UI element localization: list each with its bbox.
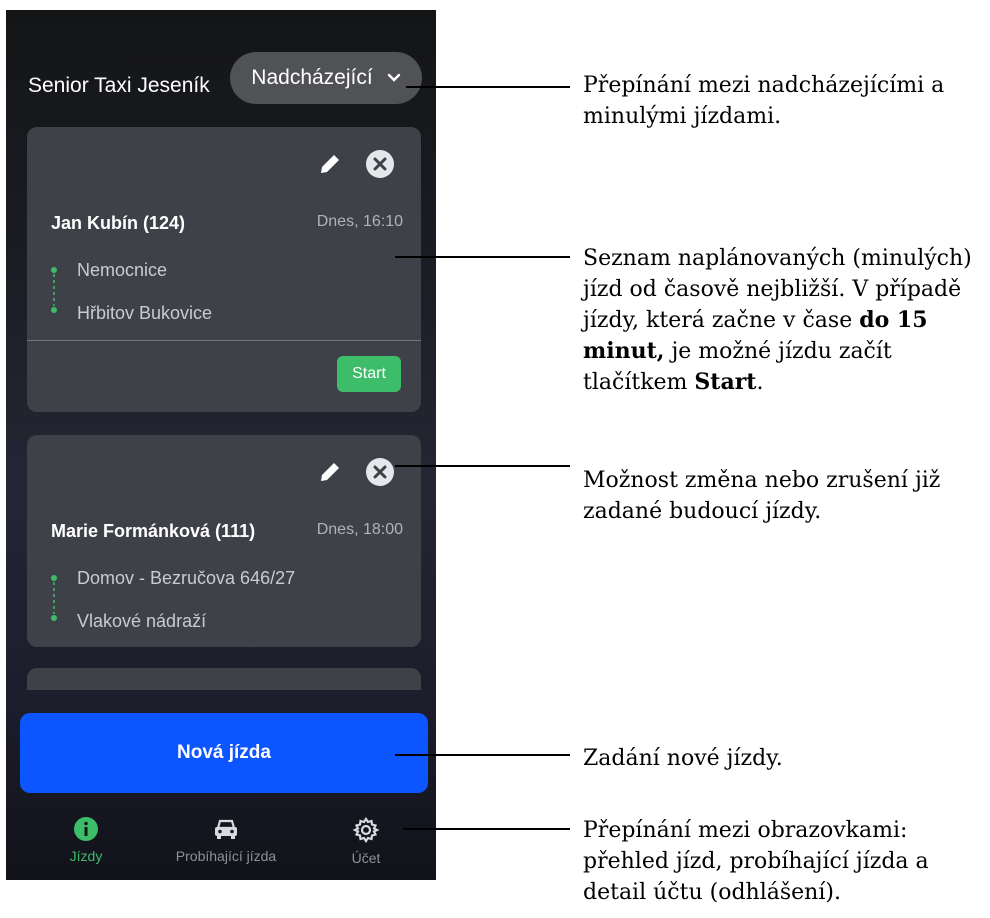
ride-time: Dnes, 18:00 (316, 521, 403, 538)
ride-destination: Hřbitov Bukovice (77, 303, 213, 323)
ride-card[interactable]: Marie Formánková (111) Dnes, 18:00 Domov… (27, 435, 421, 647)
start-ride-button[interactable]: Start (337, 356, 401, 392)
info-icon (74, 817, 98, 841)
tab-current-ride[interactable]: Probíhající jízda (156, 816, 296, 864)
passenger-name: Marie Formánková (111) (51, 521, 256, 541)
callout-ride-list: Seznam naplánovaných (minulých) jízd od … (583, 246, 972, 395)
tab-label: Účet (351, 850, 381, 866)
ride-filter-dropdown[interactable]: Nadcházející (230, 52, 422, 104)
callout-line (395, 754, 570, 756)
ride-origin: Domov - Bezručova 646/27 (77, 568, 296, 588)
car-icon (215, 819, 237, 839)
callout-line (395, 256, 570, 258)
phone-screen: Senior Taxi Jeseník Nadcházející Jan Kub… (6, 10, 436, 880)
app-title: Senior Taxi Jeseník (28, 74, 210, 97)
callout-new-ride: Zadání nové jízdy. (583, 746, 783, 771)
ride-time: Dnes, 16:10 (316, 213, 403, 230)
chevron-down-icon (387, 73, 400, 82)
close-icon[interactable] (365, 149, 395, 179)
card-divider (27, 340, 421, 341)
ride-list[interactable]: Jan Kubín (124) Dnes, 16:10 Nemocnice Hř… (27, 124, 421, 690)
tab-rides[interactable]: Jízdy (56, 816, 116, 864)
ride-filter-value: Nadcházející (251, 66, 373, 89)
tab-label: Probíhající jízda (175, 848, 277, 864)
app-header: Senior Taxi Jeseník Nadcházející (6, 52, 436, 114)
ride-card[interactable] (27, 668, 421, 690)
callout-tabs: Přepínání mezi obrazovkami: přehled jízd… (583, 818, 929, 905)
tab-account[interactable]: Účet (336, 816, 396, 866)
callout-line (395, 465, 570, 467)
callout-filter: Přepínání mezi nadcházejícími a minulými… (583, 73, 945, 129)
ride-card[interactable]: Jan Kubín (124) Dnes, 16:10 Nemocnice Hř… (27, 127, 421, 412)
close-icon[interactable] (365, 457, 395, 487)
passenger-name: Jan Kubín (124) (51, 213, 186, 233)
callout-edit-cancel: Možnost změna nebo zrušení již zadané bu… (583, 468, 941, 524)
edit-icon[interactable] (315, 149, 345, 179)
ride-origin: Nemocnice (77, 260, 168, 280)
ride-destination: Vlakové nádraží (77, 611, 207, 631)
new-ride-button[interactable]: Nová jízda (20, 713, 428, 793)
route-line-icon (51, 575, 57, 621)
callout-line (406, 86, 570, 88)
gear-icon (352, 817, 380, 843)
route-line-icon (51, 267, 57, 313)
tab-label: Jízdy (69, 848, 103, 864)
edit-icon[interactable] (315, 457, 345, 487)
callout-line (403, 828, 570, 830)
